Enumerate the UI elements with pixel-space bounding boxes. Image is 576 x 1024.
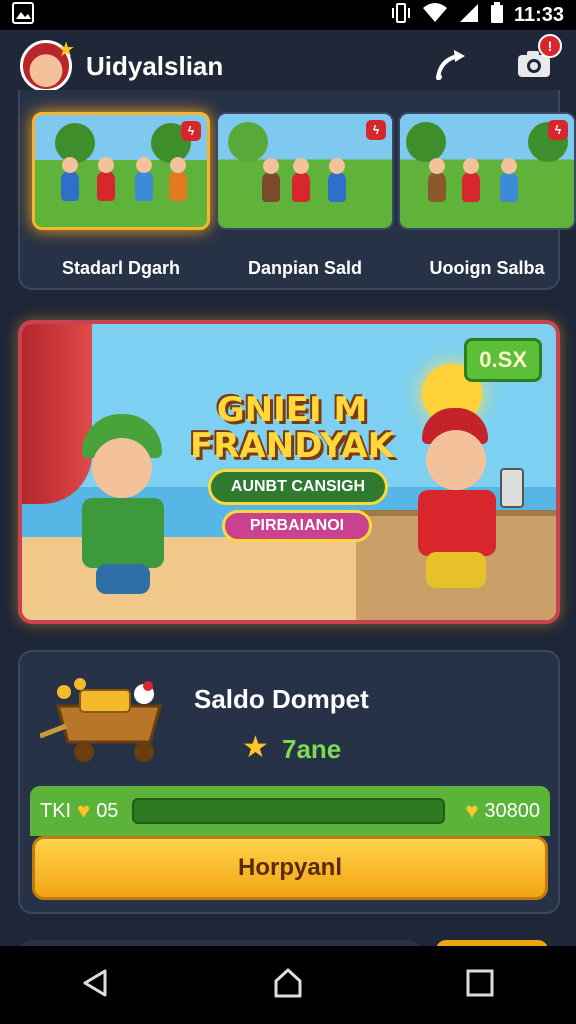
curtain-shape xyxy=(22,324,92,504)
navigation-bar xyxy=(0,946,576,1024)
back-button[interactable] xyxy=(66,955,126,1015)
multiplier-badge: 0.SX xyxy=(464,338,542,382)
game-card[interactable]: ϟ Danpian Sald xyxy=(216,112,394,279)
kid-figure xyxy=(500,158,518,202)
legs-shape xyxy=(96,564,150,594)
kid-figure xyxy=(61,157,79,201)
wallet-title: Saldo Dompet xyxy=(194,684,369,714)
star-icon: ★ xyxy=(57,39,75,61)
kid-figure xyxy=(292,158,310,202)
face-shape xyxy=(426,430,486,490)
game-card[interactable]: ϟ Uooign Salba xyxy=(398,112,576,279)
banner-title-line2: FRANDYAK xyxy=(190,426,394,466)
game-label: Uooign Salba xyxy=(429,258,545,278)
vibrate-icon xyxy=(390,2,412,29)
banner-subtitle: AUNBT CANSIGH xyxy=(208,469,388,505)
kid-figure xyxy=(169,157,187,201)
wallet-panel: Saldo Dompet ★ 7ane TKI ♥ 05 ♥ 30800 Hor… xyxy=(18,650,560,914)
page-title: Uidyalslian xyxy=(86,50,224,81)
game-thumbnail[interactable]: ϟ xyxy=(32,112,210,230)
recents-icon xyxy=(465,968,495,1003)
image-notification-icon xyxy=(12,1,34,29)
camera-button[interactable]: ! xyxy=(512,34,562,88)
game-thumbnail[interactable]: ϟ xyxy=(398,112,576,230)
kid-figure xyxy=(97,157,115,201)
progress-start: 05 xyxy=(96,799,119,822)
kid-figure xyxy=(328,158,346,202)
games-panel: ϟ Stadarl Dgarh ϟ Danpian Sald ϟ Uooign … xyxy=(18,90,576,290)
kid-figure xyxy=(428,158,446,202)
kid-figure xyxy=(462,158,480,202)
home-icon xyxy=(272,967,304,1004)
progress-bar xyxy=(132,798,446,824)
tree-shape xyxy=(55,123,95,163)
progress-label: TKI xyxy=(40,799,72,822)
card-badge: ϟ xyxy=(548,120,568,140)
heart-icon: ♥ xyxy=(77,798,91,823)
status-bar: 11:33 xyxy=(0,0,576,30)
avatar[interactable]: ★ xyxy=(20,39,75,92)
kid-figure xyxy=(262,158,280,202)
phone-shape xyxy=(500,468,524,508)
body-shape xyxy=(418,490,496,556)
home-button[interactable] xyxy=(258,955,318,1015)
heart-icon: ♥ xyxy=(465,798,479,823)
card-badge: ϟ xyxy=(181,121,201,141)
card-badge: ϟ xyxy=(366,120,386,140)
progress-end: 30800 xyxy=(484,799,540,822)
legs-shape xyxy=(426,552,486,588)
game-card[interactable]: ϟ Stadarl Dgarh xyxy=(32,112,210,279)
share-icon xyxy=(432,46,468,87)
tree-shape xyxy=(228,122,268,162)
body-shape xyxy=(82,498,164,568)
notification-badge: ! xyxy=(538,34,562,58)
game-thumbnail[interactable]: ϟ xyxy=(216,112,394,230)
face-shape xyxy=(92,438,152,498)
battery-icon xyxy=(490,1,504,29)
banner-title: GNIEI M FRANDYAK xyxy=(172,392,412,464)
kid-figure xyxy=(135,157,153,201)
recents-button[interactable] xyxy=(450,955,510,1015)
promo-banner[interactable]: 0.SX GNIEI M FRANDYAK AUNBT CANSIGH PIRB… xyxy=(18,320,560,624)
progress-row: TKI ♥ 05 ♥ 30800 xyxy=(30,786,550,836)
game-label: Stadarl Dgarh xyxy=(61,258,181,278)
back-icon xyxy=(81,968,111,1003)
status-time: 11:33 xyxy=(513,3,564,26)
share-button[interactable] xyxy=(428,44,472,88)
star-icon: ★ xyxy=(242,731,269,764)
tree-shape xyxy=(406,122,446,162)
banner-title-line1: GNIEI M xyxy=(216,390,368,430)
banner-ribbon: PIRBAIANOI xyxy=(222,510,372,542)
wallet-balance: 7ane xyxy=(282,734,342,764)
game-label: Danpian Sald xyxy=(247,258,363,278)
wifi-icon xyxy=(422,2,448,29)
signal-icon xyxy=(458,2,480,29)
claim-button[interactable]: Horpyanl xyxy=(32,836,548,900)
treasure-cart-image xyxy=(39,676,180,766)
